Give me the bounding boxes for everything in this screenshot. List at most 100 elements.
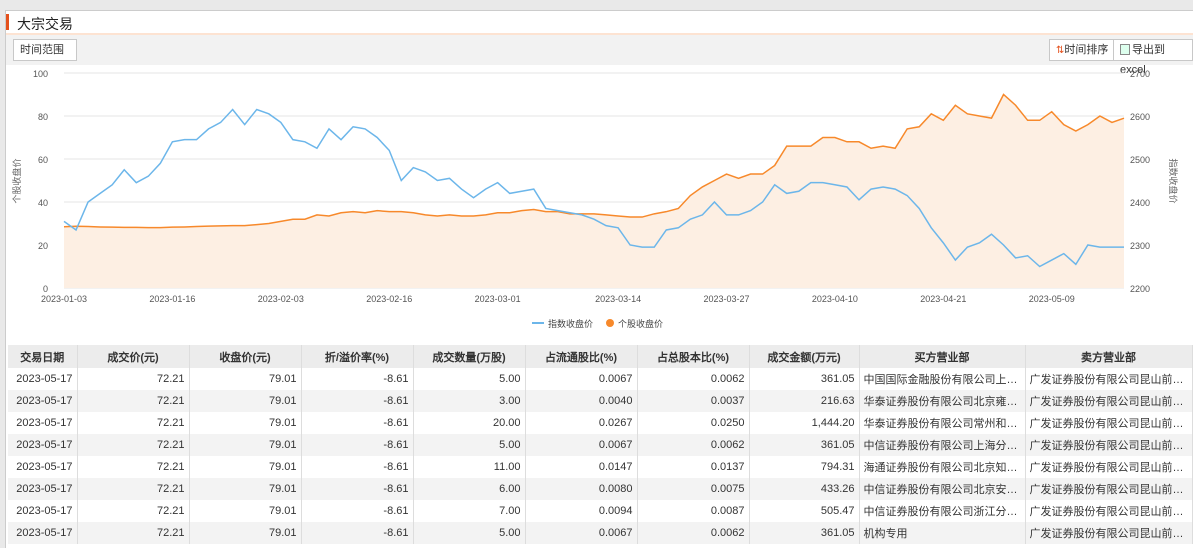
table-cell: 79.01 xyxy=(189,522,302,544)
table-cell: 72.21 xyxy=(77,456,190,478)
table-cell: 0.0062 xyxy=(637,522,750,544)
table-cell: 72.21 xyxy=(77,500,190,522)
column-header[interactable]: 买方营业部 xyxy=(859,345,1026,368)
table-row[interactable]: 2023-05-17 72.21 79.01 -8.61 7.00 0.0094 0.008… xyxy=(8,500,1193,522)
table-row[interactable]: 2023-05-17 72.21 79.01 -8.61 20.00 0.0267 0.02… xyxy=(8,412,1193,434)
y-right-tick: 2200 xyxy=(1130,284,1150,294)
table-cell: -8.61 xyxy=(301,522,414,544)
table-cell: 2023-05-17 xyxy=(8,412,78,434)
table-cell: 79.01 xyxy=(189,434,302,456)
table-cell: -8.61 xyxy=(301,478,414,500)
table-cell: 72.21 xyxy=(77,390,190,412)
table-cell: 20.00 xyxy=(413,412,526,434)
table-cell: 2023-05-17 xyxy=(8,456,78,478)
table-cell: 5.00 xyxy=(413,368,526,390)
column-header[interactable]: 成交价(元) xyxy=(77,345,190,368)
y-left-tick: 80 xyxy=(38,112,48,122)
table-cell: 79.01 xyxy=(189,390,302,412)
table-cell: 5.00 xyxy=(413,434,526,456)
price-chart: 0 2200 20 2300 40 2400 60 2500 80 2600 100 2700 个股收盘… xyxy=(11,69,1179,329)
table-cell: 广发证券股份有限公司昆山前进东… xyxy=(1025,522,1193,544)
y-right-tick: 2700 xyxy=(1130,69,1150,79)
table-cell: 3.00 xyxy=(413,390,526,412)
time-range-button[interactable]: 时间范围 xyxy=(13,39,77,61)
table-cell: 433.26 xyxy=(749,478,860,500)
y-left-tick: 60 xyxy=(38,155,48,165)
table-cell: 2023-05-17 xyxy=(8,390,78,412)
table-row[interactable]: 2023-05-17 72.21 79.01 -8.61 11.00 0.0147 0.01… xyxy=(8,456,1193,478)
x-tick: 2023-03-14 xyxy=(595,294,641,304)
y-right-tick: 2300 xyxy=(1130,241,1150,251)
y-left-tick: 100 xyxy=(33,69,48,79)
table-cell: 0.0067 xyxy=(525,434,638,456)
column-header[interactable]: 收盘价(元) xyxy=(189,345,302,368)
table-cell: 79.01 xyxy=(189,456,302,478)
table-cell: 79.01 xyxy=(189,368,302,390)
time-sort-button[interactable]: ⇅时间排序 xyxy=(1049,39,1116,61)
table-cell: 5.00 xyxy=(413,522,526,544)
column-header[interactable]: 卖方营业部 xyxy=(1025,345,1193,368)
table-cell: 361.05 xyxy=(749,434,860,456)
x-tick: 2023-01-03 xyxy=(41,294,87,304)
column-header[interactable]: 交易日期 xyxy=(8,345,78,368)
table-cell: 广发证券股份有限公司昆山前进东… xyxy=(1025,434,1193,456)
table-cell: -8.61 xyxy=(301,368,414,390)
table-cell: 广发证券股份有限公司昆山前进东… xyxy=(1025,390,1193,412)
column-header[interactable]: 成交数量(万股) xyxy=(413,345,526,368)
table-cell: 0.0087 xyxy=(637,500,750,522)
excel-icon xyxy=(1120,44,1130,55)
y-right-tick: 2600 xyxy=(1130,112,1150,122)
x-tick: 2023-04-21 xyxy=(920,294,966,304)
column-header[interactable]: 占流通股比(%) xyxy=(525,345,638,368)
table-cell: 2023-05-17 xyxy=(8,478,78,500)
table-row[interactable]: 2023-05-17 72.21 79.01 -8.61 3.00 0.0040 0.003… xyxy=(8,390,1193,412)
table-cell: -8.61 xyxy=(301,456,414,478)
column-header[interactable]: 占总股本比(%) xyxy=(637,345,750,368)
x-tick: 2023-03-01 xyxy=(475,294,521,304)
table-cell: 79.01 xyxy=(189,412,302,434)
table-row[interactable]: 2023-05-17 72.21 79.01 -8.61 6.00 0.0080 0.007… xyxy=(8,478,1193,500)
export-excel-button[interactable]: 导出到excel xyxy=(1113,39,1193,76)
table-cell: 华泰证券股份有限公司常州和平北… xyxy=(859,412,1026,434)
table-cell: 机构专用 xyxy=(859,522,1026,544)
table-cell: 中信证券股份有限公司上海分公司 xyxy=(859,434,1026,456)
y-right-tick: 2400 xyxy=(1130,198,1150,208)
table-cell: 0.0040 xyxy=(525,390,638,412)
column-header[interactable]: 折/溢价率(%) xyxy=(301,345,414,368)
panel-header: 大宗交易 xyxy=(6,11,1193,35)
table-cell: 中国国际金融股份有限公司上海分… xyxy=(859,368,1026,390)
legend-stock-swatch xyxy=(606,319,614,327)
table-cell: 2023-05-17 xyxy=(8,368,78,390)
table-cell: 79.01 xyxy=(189,500,302,522)
x-tick: 2023-04-10 xyxy=(812,294,858,304)
block-trade-panel: 大宗交易 时间范围 ⇅时间排序 导出到excel 0 2200 20 2300 40 24… xyxy=(5,10,1193,548)
toolbar: 时间范围 ⇅时间排序 导出到excel xyxy=(6,35,1193,76)
table-cell: 中信证券股份有限公司浙江分公司 xyxy=(859,500,1026,522)
table-cell: -8.61 xyxy=(301,412,414,434)
table-cell: -8.61 xyxy=(301,434,414,456)
column-header[interactable]: 成交金额(万元) xyxy=(749,345,860,368)
table-cell: 72.21 xyxy=(77,412,190,434)
table-cell: 72.21 xyxy=(77,434,190,456)
panel-title: 大宗交易 xyxy=(17,16,73,32)
table-cell: 11.00 xyxy=(413,456,526,478)
table-cell: 1,444.20 xyxy=(749,412,860,434)
table-cell: 0.0067 xyxy=(525,522,638,544)
table-cell: 0.0062 xyxy=(637,434,750,456)
table-cell: 0.0137 xyxy=(637,456,750,478)
table-header: 交易日期 成交价(元) 收盘价(元) 折/溢价率(%) 成交数量(万股) 占流通股比(%)… xyxy=(8,345,1193,368)
table-cell: 361.05 xyxy=(749,522,860,544)
table-cell: 0.0075 xyxy=(637,478,750,500)
table-row[interactable]: 2023-05-17 72.21 79.01 -8.61 5.00 0.0067 0.006… xyxy=(8,368,1193,390)
table-cell: 华泰证券股份有限公司北京雍和宫… xyxy=(859,390,1026,412)
table-cell: 0.0037 xyxy=(637,390,750,412)
x-tick: 2023-05-09 xyxy=(1029,294,1075,304)
x-tick: 2023-03-27 xyxy=(703,294,749,304)
table-cell: 2023-05-17 xyxy=(8,500,78,522)
block-trade-table: 交易日期 成交价(元) 收盘价(元) 折/溢价率(%) 成交数量(万股) 占流通股比(%)… xyxy=(8,345,1193,544)
table-row[interactable]: 2023-05-17 72.21 79.01 -8.61 5.00 0.0067 0.006… xyxy=(8,434,1193,456)
table-row[interactable]: 2023-05-17 72.21 79.01 -8.61 5.00 0.0067 0.006… xyxy=(8,522,1193,544)
legend-index-label: 指数收盘价 xyxy=(548,318,593,329)
table-cell: 广发证券股份有限公司昆山前进东… xyxy=(1025,456,1193,478)
table-cell: 72.21 xyxy=(77,478,190,500)
